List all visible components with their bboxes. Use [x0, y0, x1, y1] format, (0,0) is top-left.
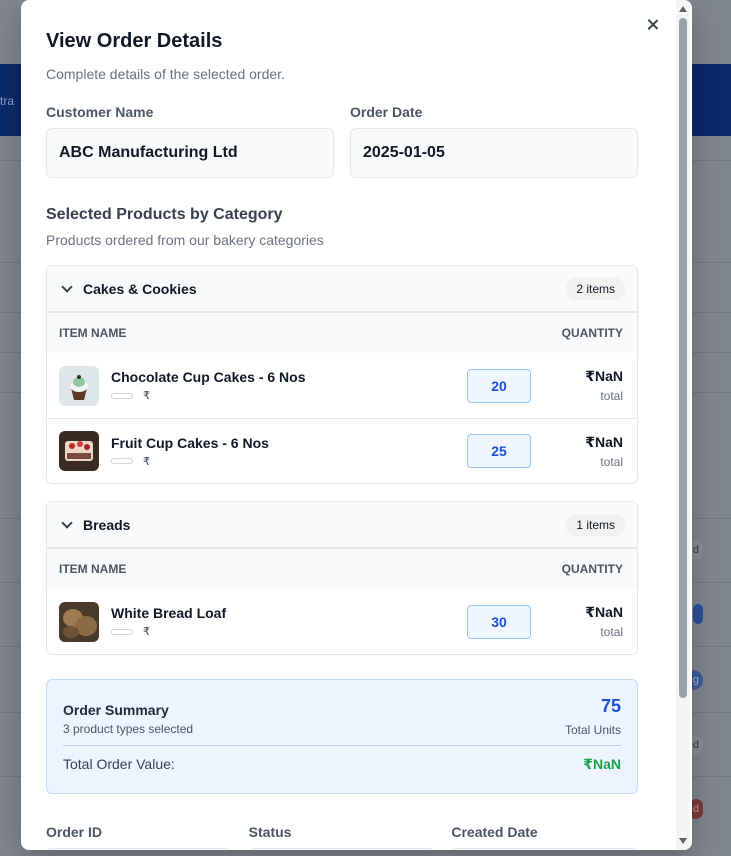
total-units-value: 75	[600, 696, 621, 716]
chevron-down-icon	[61, 516, 73, 529]
status-field: Status	[248, 824, 436, 850]
product-currency: ₹	[143, 626, 150, 638]
product-total-label: total	[600, 454, 623, 469]
modal-content[interactable]: View Order Details Complete details of t…	[21, 0, 676, 850]
quantity-field[interactable]: 30	[467, 604, 531, 639]
products-section-title: Selected Products by Category	[46, 206, 283, 223]
product-tag	[111, 392, 133, 399]
category-count-badge: 2 items	[566, 277, 625, 300]
column-quantity: QUANTITY	[561, 562, 623, 576]
close-icon[interactable]	[644, 16, 662, 34]
order-id-field: Order ID	[46, 824, 233, 850]
product-currency: ₹	[143, 455, 150, 468]
customer-name-input[interactable]: ABC Manufacturing Ltd	[46, 128, 334, 178]
total-order-value: ₹NaN	[583, 755, 621, 772]
summary-heading: Order Summary 3 product types selected	[63, 696, 193, 737]
summary-total: Total Order Value: ₹NaN	[63, 746, 621, 782]
scroll-down-icon[interactable]	[679, 838, 687, 844]
order-date-input[interactable]: 2025-01-05	[350, 128, 638, 178]
order-id-input[interactable]	[46, 848, 233, 850]
order-id-label: Order ID	[46, 824, 103, 840]
product-tag	[111, 628, 133, 635]
product-tag	[111, 458, 133, 464]
product-name: White Bread Loaf	[111, 605, 227, 621]
category-column-headers: ITEM NAME QUANTITY	[47, 313, 637, 353]
scroll-up-icon[interactable]	[679, 6, 687, 12]
product-row: White Bread Loaf ₹ 30 ₹NaN total	[47, 589, 637, 654]
product-meta: ₹	[111, 625, 467, 638]
product-name: Fruit Cup Cakes - 6 Nos	[111, 434, 269, 451]
quantity-field[interactable]: 20	[467, 368, 531, 403]
category-header[interactable]: Cakes & Cookies 2 items	[47, 266, 637, 313]
product-total-label: total	[600, 625, 623, 639]
product-total-value: ₹NaN	[585, 433, 623, 450]
product-row: Fruit Cup Cakes - 6 Nos ₹ 25 ₹NaN total	[47, 418, 637, 483]
category-name: Breads	[83, 516, 131, 533]
category-column-headers: ITEM NAME QUANTITY	[47, 549, 637, 589]
category-name: Cakes & Cookies	[83, 280, 197, 297]
background-band-text: tra	[0, 94, 15, 108]
product-currency: ₹	[143, 390, 150, 402]
column-item-name: ITEM NAME	[59, 326, 127, 340]
modal-title: View Order Details	[46, 30, 223, 52]
created-date-input[interactable]	[451, 848, 639, 850]
summary-subtitle: 3 product types selected	[63, 722, 194, 736]
category-panel-breads: Breads 1 items ITEM NAME QUANTITY White …	[46, 501, 638, 655]
product-name: Chocolate Cup Cakes - 6 Nos	[111, 369, 306, 385]
summary-top: Order Summary 3 product types selected 7…	[63, 696, 621, 737]
order-date-field: Order Date 2025-01-05	[350, 104, 638, 178]
category-count-badge: 1 items	[566, 513, 625, 536]
background-status-badge	[693, 604, 703, 624]
product-meta: ₹	[111, 389, 467, 402]
summary-title: Order Summary	[63, 702, 169, 718]
scrollbar-thumb[interactable]	[679, 18, 687, 698]
product-total-value: ₹NaN	[585, 604, 623, 620]
order-date-label: Order Date	[350, 104, 423, 120]
customer-name-field: Customer Name ABC Manufacturing Ltd	[46, 104, 334, 178]
product-info: White Bread Loaf ₹	[111, 605, 467, 638]
product-total: ₹NaN total	[531, 604, 623, 639]
column-quantity: QUANTITY	[561, 326, 623, 340]
product-image	[59, 601, 99, 642]
product-info: Fruit Cup Cakes - 6 Nos ₹	[111, 435, 467, 468]
total-order-value-label: Total Order Value:	[63, 756, 175, 772]
product-total: ₹NaN total	[531, 434, 623, 469]
product-total-label: total	[600, 389, 623, 403]
product-image	[59, 431, 99, 471]
modal-scrollbar[interactable]	[676, 0, 690, 850]
created-date-label: Created Date	[451, 824, 538, 840]
chevron-down-icon	[61, 280, 73, 293]
product-total-value: ₹NaN	[585, 368, 623, 384]
customer-name-label: Customer Name	[46, 104, 154, 120]
status-label: Status	[248, 824, 292, 840]
total-units: 75 Total Units	[565, 696, 621, 737]
created-date-field: Created Date	[451, 824, 639, 850]
column-item-name: ITEM NAME	[59, 562, 127, 576]
product-row: Chocolate Cup Cakes - 6 Nos ₹ 20 ₹NaN to…	[47, 353, 637, 418]
category-panel-cakes: Cakes & Cookies 2 items ITEM NAME QUANTI…	[46, 265, 638, 484]
status-input[interactable]	[248, 848, 436, 850]
products-section-subtitle: Products ordered from our bakery categor…	[46, 232, 324, 248]
order-meta-fields: Order ID Status Created Date	[46, 824, 639, 850]
category-header[interactable]: Breads 1 items	[47, 502, 637, 549]
order-summary: Order Summary 3 product types selected 7…	[46, 679, 638, 794]
quantity-field[interactable]: 25	[467, 434, 531, 468]
total-units-label: Total Units	[564, 723, 621, 737]
product-meta: ₹	[111, 455, 467, 468]
order-details-modal: View Order Details Complete details of t…	[21, 0, 692, 850]
product-info: Chocolate Cup Cakes - 6 Nos ₹	[111, 369, 467, 402]
product-total: ₹NaN total	[531, 368, 623, 403]
order-fields: Customer Name ABC Manufacturing Ltd Orde…	[46, 104, 638, 178]
product-image	[59, 365, 99, 406]
modal-subtitle: Complete details of the selected order.	[46, 66, 285, 82]
